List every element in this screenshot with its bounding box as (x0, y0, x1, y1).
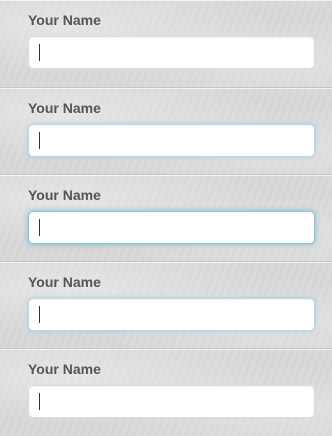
panel-highlight (0, 262, 332, 263)
field-panel-default: Your Name (0, 0, 332, 88)
your-name-label: Your Name (28, 361, 101, 377)
your-name-input[interactable] (28, 36, 315, 69)
your-name-input[interactable] (28, 124, 315, 157)
your-name-input[interactable] (28, 385, 315, 418)
field-panel-hover-alt: Your Name (0, 262, 332, 349)
your-name-label: Your Name (28, 274, 101, 290)
panel-highlight (0, 0, 332, 1)
field-panel-default-alt: Your Name (0, 349, 332, 436)
your-name-label: Your Name (28, 12, 101, 28)
field-panel-focus: Your Name (0, 175, 332, 262)
panel-highlight (0, 175, 332, 176)
text-field-state-stack: Your Name Your Name Your Name Your Name … (0, 0, 332, 436)
panel-highlight (0, 88, 332, 89)
your-name-input[interactable] (28, 298, 315, 331)
your-name-input[interactable] (28, 211, 315, 244)
field-panel-hover: Your Name (0, 88, 332, 175)
your-name-label: Your Name (28, 100, 101, 116)
panel-highlight (0, 349, 332, 350)
your-name-label: Your Name (28, 187, 101, 203)
